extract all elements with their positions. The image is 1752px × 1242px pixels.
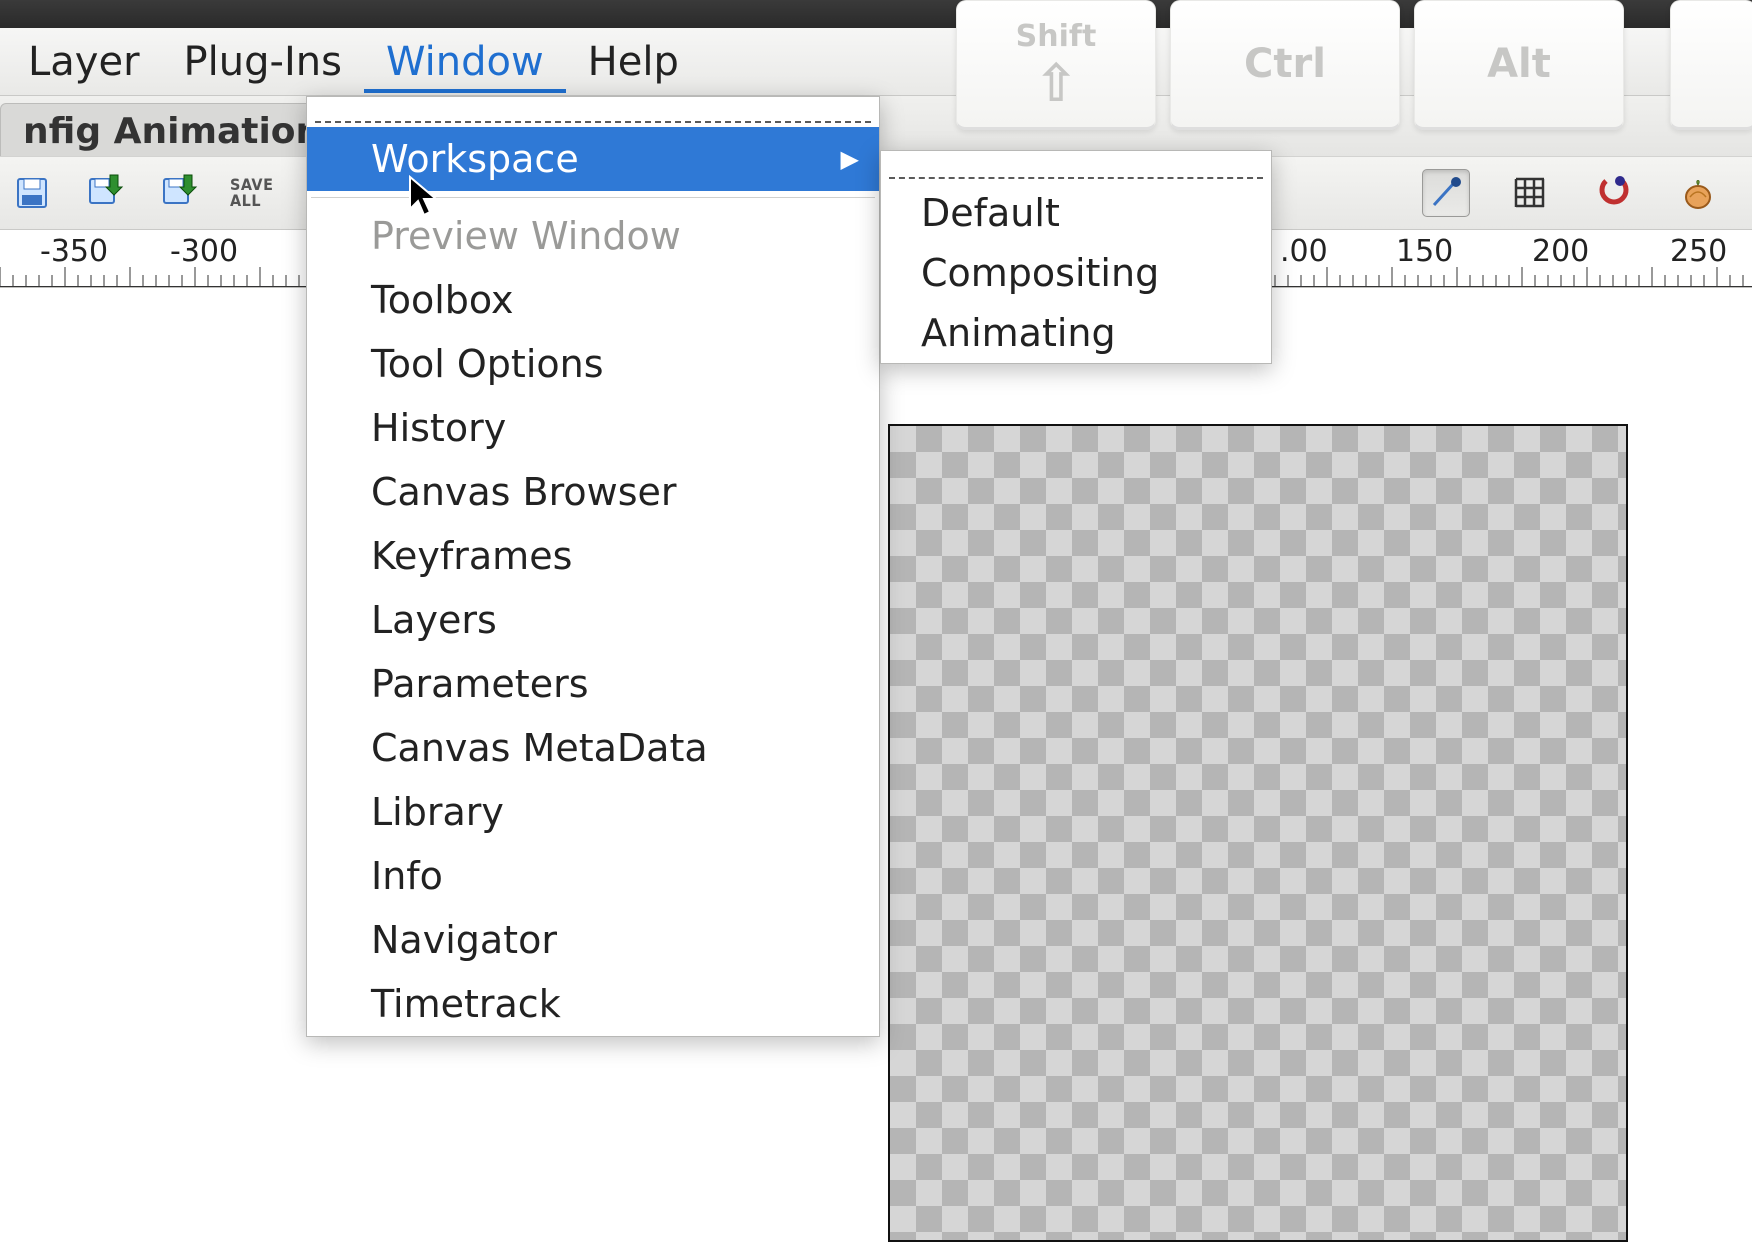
menu-item-timetrack[interactable]: Timetrack [307,972,879,1036]
menu-item-info[interactable]: Info [307,844,879,908]
workspace-submenu: Default Compositing Animating [880,150,1272,364]
menu-item-label: Navigator [371,918,557,962]
menu-item-library[interactable]: Library [307,780,879,844]
menu-item-label: Timetrack [371,982,561,1026]
modifier-key-indicators-right [1670,0,1752,130]
menu-layer[interactable]: Layer [6,33,162,91]
shift-label: Shift [1016,19,1097,54]
canvas-frame [888,424,1628,1242]
menu-item-label: Compositing [921,251,1159,295]
save-all-label: SAVE ALL [230,177,273,209]
menu-window[interactable]: Window [364,33,566,91]
toggle-handles-button[interactable] [1422,169,1470,217]
toggle-snap-button[interactable] [1590,169,1638,217]
menu-item-toolbox[interactable]: Toolbox [307,268,879,332]
submenu-item-animating[interactable]: Animating [881,303,1271,363]
shift-arrow-icon: ⇧ [1034,58,1078,110]
menu-item-canvas-browser[interactable]: Canvas Browser [307,460,879,524]
menu-item-layers[interactable]: Layers [307,588,879,652]
menu-tearoff[interactable] [889,159,1263,179]
menu-item-keyframes[interactable]: Keyframes [307,524,879,588]
menu-item-label: Layers [371,598,497,642]
menu-tearoff[interactable] [315,103,871,123]
menu-item-label: Animating [921,311,1116,355]
toggle-grid-button[interactable] [1506,169,1554,217]
ctrl-label: Ctrl [1244,41,1326,87]
menu-item-label: Canvas Browser [371,470,677,514]
menu-item-label: Default [921,191,1060,235]
menu-item-label: Library [371,790,504,834]
tab-nfig-animation[interactable]: nfig Animation [0,103,344,157]
menu-item-label: Preview Window [371,214,681,258]
menu-item-workspace[interactable]: Workspace ▶ [307,127,879,191]
save-button[interactable] [8,169,56,217]
save-all-button[interactable]: SAVE ALL [230,169,273,217]
submenu-arrow-icon: ▶ [841,145,859,173]
menu-item-label: Keyframes [371,534,572,578]
menu-item-tool-options[interactable]: Tool Options [307,332,879,396]
menu-item-label: Parameters [371,662,589,706]
menu-item-label: Workspace [371,137,579,181]
menu-item-preview-window: Preview Window [307,204,879,268]
modifier-key-indicators: Shift ⇧ Ctrl Alt [956,0,1624,130]
menu-item-label: Toolbox [371,278,514,322]
shift-key-indicator: Shift ⇧ [956,0,1156,130]
key-indicator-partial [1670,0,1752,130]
alt-label: Alt [1487,41,1551,87]
alt-key-indicator: Alt [1414,0,1624,130]
save-as-button[interactable] [82,169,130,217]
submenu-item-default[interactable]: Default [881,183,1271,243]
menu-help[interactable]: Help [566,33,701,91]
menu-item-history[interactable]: History [307,396,879,460]
menu-item-label: Tool Options [371,342,604,386]
canvas-checkerboard [890,426,1626,1240]
submenu-item-compositing[interactable]: Compositing [881,243,1271,303]
ctrl-key-indicator: Ctrl [1170,0,1400,130]
window-menu-dropdown: Workspace ▶ Preview Window Toolbox Tool … [306,96,880,1037]
menu-separator [311,197,875,198]
menu-item-label: Info [371,854,443,898]
menu-item-navigator[interactable]: Navigator [307,908,879,972]
menu-item-canvas-metadata[interactable]: Canvas MetaData [307,716,879,780]
toggle-onion-skin-button[interactable] [1674,169,1722,217]
menu-plugins[interactable]: Plug-Ins [162,33,364,91]
menu-item-label: Canvas MetaData [371,726,708,770]
menu-item-label: History [371,406,506,450]
save-copy-button[interactable] [156,169,204,217]
menu-item-parameters[interactable]: Parameters [307,652,879,716]
